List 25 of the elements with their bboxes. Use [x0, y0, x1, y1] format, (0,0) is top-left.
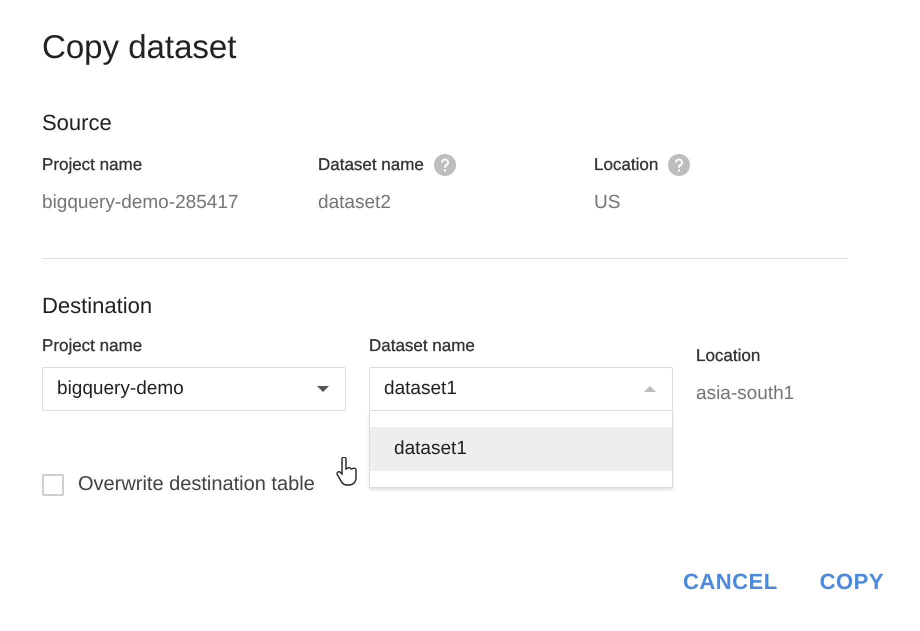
field-value: US: [594, 192, 622, 214]
dropdown[interactable]: dataset1: [369, 367, 673, 411]
checkbox-label[interactable]: Overwrite destination table: [78, 473, 315, 496]
dropdown[interactable]: bigquery-demo: [42, 367, 346, 411]
field-label: Location: [594, 155, 658, 175]
section-heading: Destination: [42, 293, 154, 319]
caret-up-icon: [644, 386, 656, 392]
field-label: Dataset name: [318, 155, 424, 175]
checkbox[interactable]: [42, 474, 64, 496]
dropdown-option[interactable]: dataset1: [370, 427, 672, 471]
field-value: dataset2: [318, 192, 392, 214]
dialog-button[interactable]: CANCEL: [670, 563, 790, 601]
hand-cursor-icon: [336, 457, 358, 487]
field-label: Project name: [42, 336, 142, 356]
dialog-button[interactable]: COPY: [808, 563, 896, 601]
field-label: Project name: [42, 155, 142, 175]
dialog-title: Copy dataset: [42, 28, 238, 66]
section-heading: Source: [42, 110, 113, 136]
help-icon[interactable]: [434, 154, 456, 176]
field-value: asia-south1: [696, 383, 794, 405]
field-value: bigquery-demo-285417: [42, 192, 240, 214]
field-label: Location: [696, 346, 760, 366]
help-icon[interactable]: [668, 154, 690, 176]
caret-down-icon: [317, 386, 329, 392]
field-label: Dataset name: [369, 336, 475, 356]
